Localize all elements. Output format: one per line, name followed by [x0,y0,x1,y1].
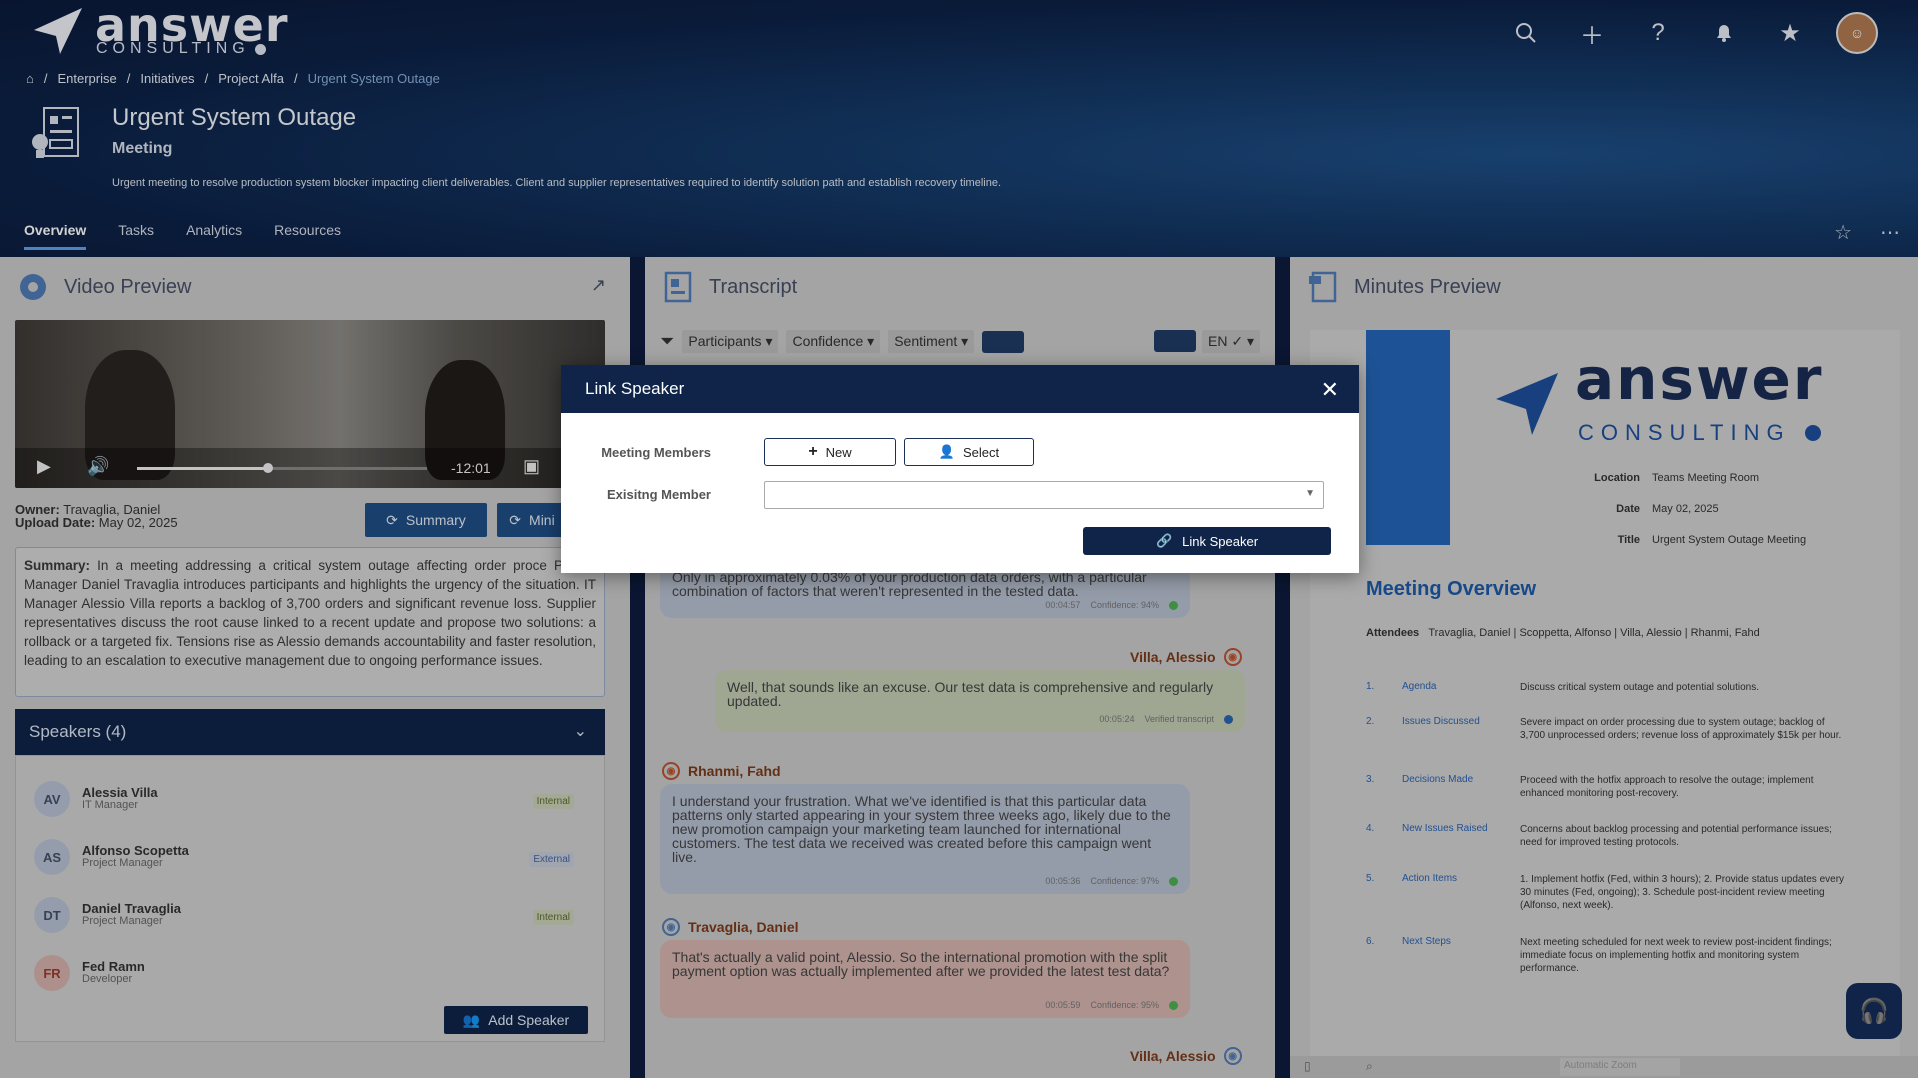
link-icon: 🔗 [1155,533,1173,548]
select-member-button[interactable]: 👤 Select [904,438,1034,466]
link-speaker-button[interactable]: 🔗 Link Speaker [1083,527,1331,555]
new-member-button[interactable]: + New [764,438,896,466]
members-label: Meeting Members [601,445,711,460]
dialog-title: Link Speaker [585,379,685,398]
plus-icon: + [808,443,818,460]
dropdown-arrow-icon: ▼ [1305,488,1315,499]
existing-member-select[interactable]: ▼ [764,481,1324,509]
headset-icon: 🎧 [1859,997,1889,1025]
user-icon: 👤 [938,444,956,459]
existing-member-label: Exisitng Member [606,487,711,502]
support-chat-button[interactable]: 🎧 [1846,983,1902,1039]
link-speaker-dialog: Link Speaker ✕ Meeting Members + New 👤 Sel… [561,365,1359,573]
close-icon[interactable]: ✕ [1321,377,1339,403]
dialog-header: Link Speaker ✕ [561,365,1359,413]
